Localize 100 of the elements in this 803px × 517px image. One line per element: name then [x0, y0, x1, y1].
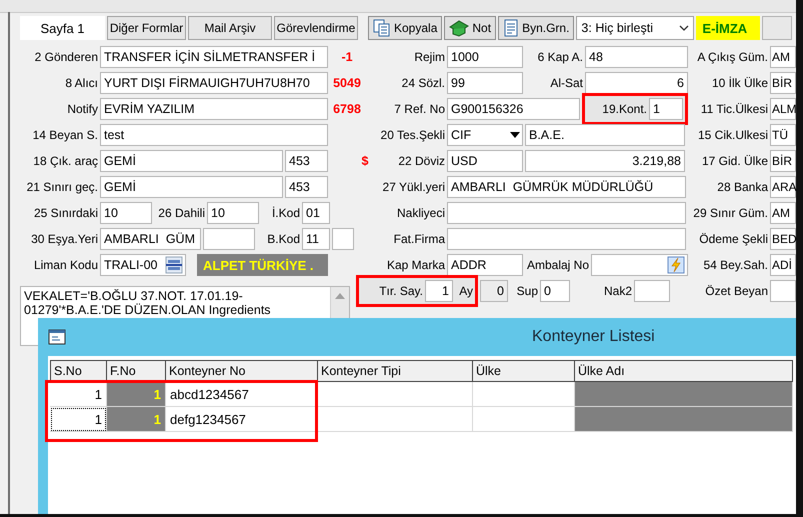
toolbar-button[interactable]: Not — [444, 16, 496, 40]
field-label: 6 Kap A. — [536, 50, 583, 64]
text-field[interactable]: ARA — [770, 176, 796, 198]
field-label: 21 Sınırı geç. — [26, 180, 98, 194]
tab[interactable]: Mail Arşiv — [188, 16, 272, 40]
esign-badge[interactable]: E-İMZA — [696, 16, 760, 40]
company-badge: ALPET TÜRKİYE . — [197, 254, 328, 276]
text-field[interactable]: 11 — [302, 228, 330, 250]
field-label: Nakliyeci — [396, 206, 445, 220]
field-label: Özet Beyan — [704, 284, 768, 298]
field-label: Ambalaj No — [526, 258, 589, 272]
text-field[interactable]: GEMİ — [100, 150, 283, 172]
text-field[interactable]: G900156326 — [447, 98, 580, 120]
column-header[interactable]: S.No — [50, 360, 107, 382]
field-label: Kap Marka — [386, 258, 445, 272]
text-field[interactable]: BİR — [770, 150, 796, 172]
text-field[interactable] — [447, 228, 686, 250]
text-field[interactable]: 0 — [540, 280, 570, 302]
tab[interactable]: Görevlendirme — [274, 16, 358, 40]
column-header[interactable]: Konteyner No — [166, 360, 318, 382]
field-label: 54 Bey.Sah. — [702, 258, 768, 272]
text-field[interactable]: 01 — [302, 202, 330, 224]
table-cell: 1 — [107, 407, 166, 432]
text-field[interactable] — [634, 280, 670, 302]
text-field[interactable]: AMBARLI GÜMRÜK MÜDÜRLÜĞÜ — [447, 176, 686, 198]
code-text: 5049 — [332, 76, 362, 90]
text-field[interactable] — [591, 254, 688, 276]
text-field[interactable]: 1 — [649, 98, 683, 120]
field-label: 26 Dahili — [157, 206, 205, 220]
field-label: 22 Döviz — [397, 154, 445, 168]
toolbar-button[interactable]: Kopyala — [368, 16, 442, 40]
dropdown-arrow-icon — [510, 132, 520, 138]
text-field[interactable]: ADİ — [770, 254, 796, 276]
table-cell: abcd1234567 — [166, 382, 318, 407]
number-field[interactable]: 6 — [585, 72, 688, 94]
field-label: 2 Gönderen — [34, 50, 98, 64]
merge-dropdown[interactable]: 3: Hiç birleşti — [576, 16, 694, 40]
text-field[interactable]: AMBARLI GÜM — [100, 228, 201, 250]
text-field[interactable]: ADDR — [447, 254, 523, 276]
text-field[interactable]: B.A.E. — [525, 124, 685, 146]
text-field[interactable]: GEMİ — [100, 176, 283, 198]
text-field[interactable]: test — [100, 124, 328, 146]
column-header[interactable]: Ülke — [473, 360, 575, 382]
field-label: 11 Tic.Ülkesi — [700, 102, 768, 116]
field-label: İ.Kod — [270, 206, 300, 220]
text-field[interactable]: TRALI-00 — [100, 254, 186, 276]
number-field[interactable]: 1 — [425, 280, 453, 302]
field-label: Ay — [458, 284, 473, 298]
number-field[interactable]: 3.219,88 — [525, 150, 685, 172]
text-field[interactable]: EVRİM YAZILIM — [100, 98, 328, 120]
field-label: Fat.Firma — [392, 232, 445, 246]
text-field[interactable] — [770, 280, 796, 302]
blank-button[interactable] — [762, 16, 792, 40]
text-field[interactable]: TRANSFER İÇİN SİLMETRANSFER İ — [100, 46, 328, 68]
column-header[interactable]: F.No — [107, 360, 166, 382]
text-field[interactable]: 48 — [585, 46, 688, 68]
text-field[interactable]: 1000 — [447, 46, 523, 68]
table-cell: defg1234567 — [166, 407, 318, 432]
field-label: Notify — [66, 102, 98, 116]
lightning-icon[interactable] — [667, 256, 685, 274]
text-field[interactable] — [447, 202, 686, 224]
field-label: 17 Gid. Ülke — [700, 154, 768, 168]
text-field[interactable] — [203, 228, 255, 250]
text-field[interactable]: 453 — [285, 150, 328, 172]
field-label: 28 Banka — [716, 180, 768, 194]
field-label: Nak2 — [602, 284, 632, 298]
documents-icon — [373, 19, 391, 37]
document-icon — [503, 19, 520, 37]
table-cell: 1 — [50, 407, 107, 432]
field-label: Liman Kodu — [32, 258, 98, 272]
striped-button-icon[interactable] — [165, 256, 183, 274]
toolbar-button[interactable]: Byn.Grn. — [498, 16, 574, 40]
field-label: 29 Sınır Güm. — [692, 206, 768, 220]
field-label: 19.Kont. — [601, 102, 647, 116]
text-field[interactable]: YURT DIŞI FİRMAUIGH7UH7U8H70 — [100, 72, 328, 94]
column-header[interactable]: Ülke Adı — [575, 360, 793, 382]
text-field[interactable]: BİR — [770, 72, 796, 94]
text-field[interactable]: ALM — [770, 98, 796, 120]
text-field[interactable]: AM — [770, 202, 796, 224]
field-label: Tır. Say. — [378, 284, 423, 298]
text-field[interactable]: 99 — [447, 72, 523, 94]
dropdown[interactable]: CIF — [447, 124, 523, 146]
text-field[interactable] — [332, 228, 354, 250]
text-field[interactable]: AM — [770, 46, 796, 68]
tab[interactable]: Sayfa 1 — [20, 16, 105, 40]
field-label: 14 Beyan S. — [32, 128, 98, 142]
text-field[interactable]: 453 — [285, 176, 328, 198]
field-label: 18 Çık. araç — [32, 154, 98, 168]
text-field[interactable]: 10 — [100, 202, 152, 224]
cap-icon — [449, 19, 470, 37]
text-field[interactable]: USD — [447, 150, 523, 172]
field-label: 30 Eşya.Yeri — [30, 232, 98, 246]
chevron-down-icon — [679, 25, 690, 31]
field-label: 10 İlk Ülke — [710, 76, 768, 90]
tab[interactable]: Diğer Formlar — [107, 16, 186, 40]
column-header[interactable]: Konteyner Tipi — [318, 360, 473, 382]
text-field[interactable]: 10 — [207, 202, 259, 224]
field-label: 20 Tes.Şekli — [380, 128, 445, 142]
text-field[interactable]: BED — [770, 228, 796, 250]
text-field[interactable]: TÜ — [770, 124, 796, 146]
